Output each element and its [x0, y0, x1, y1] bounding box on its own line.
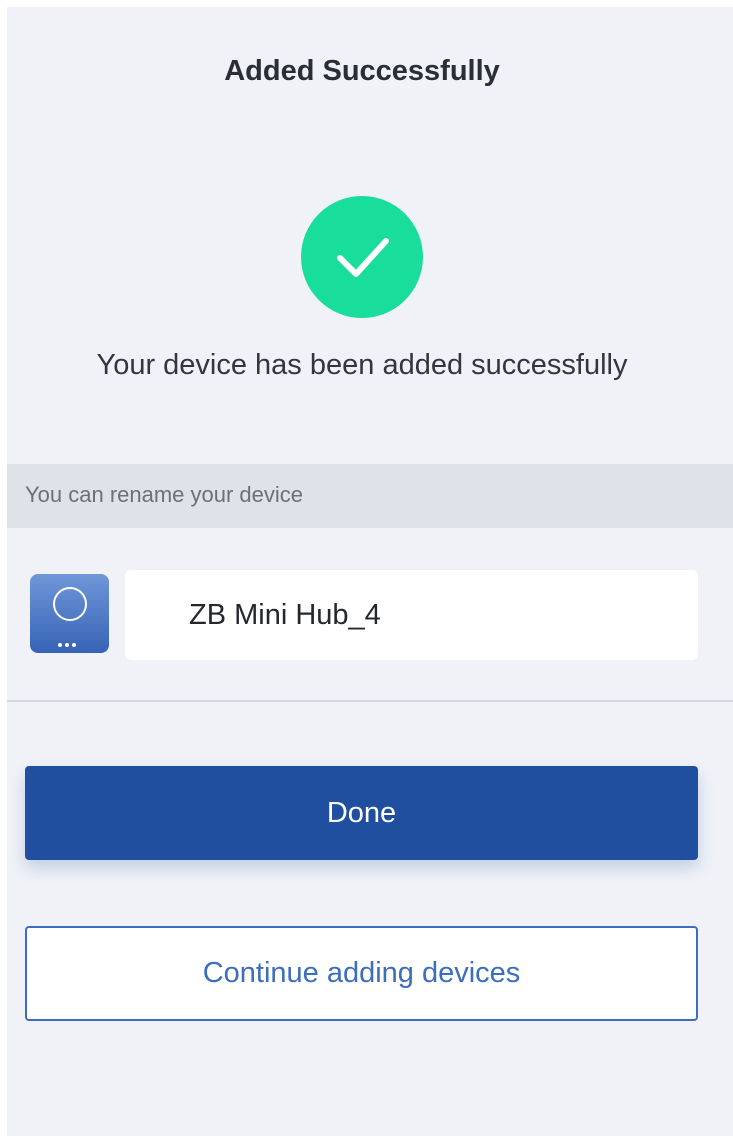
success-badge [301, 196, 423, 318]
hub-ring-icon [53, 587, 87, 621]
hub-device-icon [30, 574, 109, 653]
device-name-input[interactable] [125, 570, 698, 660]
hub-dots-icon [58, 634, 82, 647]
rename-hint: You can rename your device [25, 482, 304, 507]
divider [7, 700, 733, 702]
success-screen: Added Successfully Your device has been … [7, 7, 733, 1136]
success-message: Your device has been added successfully [96, 349, 628, 381]
continue-adding-button[interactable]: Continue adding devices [25, 926, 698, 1021]
done-button[interactable]: Done [25, 766, 698, 860]
page-title: Added Successfully [224, 55, 500, 87]
check-icon [337, 238, 389, 277]
rename-section-header: You can rename your device [7, 464, 733, 528]
